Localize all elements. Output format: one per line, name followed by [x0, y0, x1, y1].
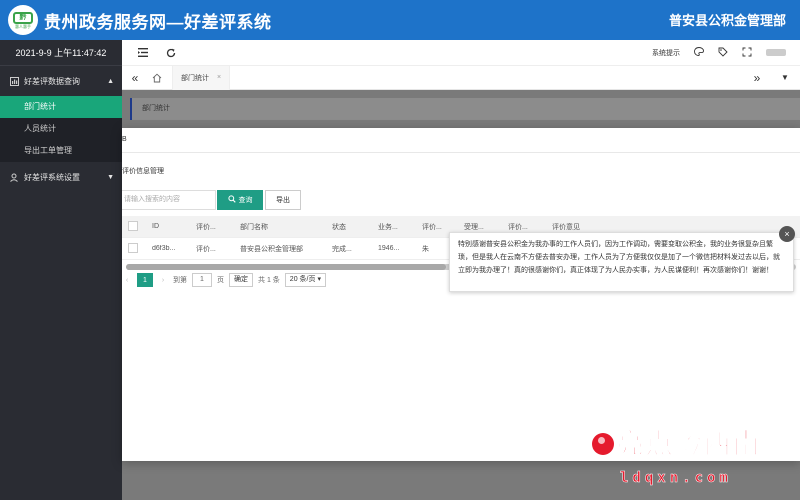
sidebar-item-export-orders[interactable]: 导出工单管理 [0, 140, 122, 162]
chevron-up-icon: ▲ [107, 77, 114, 85]
chevron-down-icon: ▾ [317, 276, 321, 283]
watermark: 亮点黔西南 ldqxn.com [582, 428, 797, 495]
logo-tagline: 惠人惠手 [15, 23, 31, 29]
sidebar-group-label: 好差评系统设置 [24, 172, 80, 182]
prev-page-icon[interactable]: ‹ [122, 277, 132, 284]
goto-label: 到第 [173, 277, 187, 284]
top-banner: 黔 惠人惠手 贵州政务服务网—好差评系统 普安县公积金管理部 [0, 0, 800, 40]
column-header[interactable]: 业务... [372, 222, 416, 232]
row-checkbox[interactable] [128, 242, 138, 253]
chevron-down-icon: ▼ [107, 173, 114, 181]
modal-divider [122, 152, 800, 153]
column-header[interactable]: ID [146, 223, 190, 230]
row-checkbox-cell [122, 242, 146, 255]
column-header[interactable]: 评价... [502, 222, 546, 232]
close-icon[interactable]: × [779, 226, 795, 242]
menu-toggle-icon[interactable] [136, 46, 150, 60]
table-cell: 完成... [332, 245, 352, 253]
goto-page-input[interactable]: 1 [192, 273, 212, 287]
header-checkbox-cell [122, 220, 146, 233]
comment-tooltip: 特别感谢普安县公积金为我办事的工作人员们，因为工作调动，需要变取公积金，我的业务… [449, 232, 794, 292]
search-button-label: 查询 [238, 197, 253, 204]
page-unit-label: 页 [217, 277, 224, 284]
section-title: 评价信息管理 [122, 168, 164, 175]
fullscreen-icon[interactable] [742, 47, 752, 59]
total-count: 共 1 条 [258, 277, 280, 284]
select-all-checkbox[interactable] [128, 220, 138, 231]
scrollbar-thumb[interactable] [126, 264, 446, 270]
watermark-title-row: 亮点黔西南 [592, 428, 762, 459]
sidebar-item-dept-stats[interactable]: 部门统计 [0, 96, 122, 118]
table-cell: 普安县公积金管理部 [240, 245, 303, 253]
tab-label: 部门统计 [181, 74, 209, 82]
top-toolbar: 系统提示 [122, 40, 800, 66]
system-tip-link[interactable]: 系统提示 [652, 48, 680, 58]
sidebar-submenu: 部门统计 人员统计 导出工单管理 [0, 96, 122, 162]
refresh-icon[interactable] [164, 46, 178, 60]
column-header[interactable]: 评价意见 [546, 222, 626, 232]
app-logo: 黔 惠人惠手 [8, 5, 38, 35]
logo-mark: 黔 [13, 11, 33, 24]
sidebar-item-staff-stats[interactable]: 人员统计 [0, 118, 122, 140]
pagination: ‹ 1 › 到第 1 页 确定 共 1 条 20 条/页 ▾ [122, 272, 326, 288]
table-cell: 评价... [196, 245, 216, 253]
table-cell: d6f3b... [152, 245, 176, 252]
sidebar-clock: 2021-9-9 上午11:47:42 [0, 40, 122, 66]
column-header[interactable]: 状态 [326, 222, 372, 232]
watermark-title: 亮点黔西南 [615, 428, 762, 459]
evaluation-modal: B 评价信息管理 请输入搜索的内容 查询 导出 ID 评价... 部门名称 状态… [122, 128, 800, 461]
palette-icon[interactable] [694, 47, 704, 58]
tab-dept-stats[interactable]: 部门统计 × [172, 65, 231, 90]
page-size-select[interactable]: 20 条/页 ▾ [284, 273, 326, 287]
home-icon[interactable] [150, 71, 164, 85]
org-name: 普安县公积金管理部 [668, 13, 786, 28]
app-title: 贵州政务服务网—好差评系统 [44, 12, 272, 32]
lightbulb-icon [592, 433, 614, 455]
user-gear-icon [10, 173, 19, 182]
chart-icon [10, 76, 19, 86]
user-menu[interactable] [766, 49, 786, 56]
column-header[interactable]: 评价... [190, 222, 234, 232]
table-cell: 1946... [378, 245, 400, 252]
column-header[interactable]: 部门名称 [234, 222, 326, 232]
watermark-url: ldqxn.com [620, 470, 732, 487]
close-icon[interactable]: × [217, 74, 221, 81]
sidebar: 2021-9-9 上午11:47:42 好差评数据查询 ▲ 部门统计 人员统计 … [0, 40, 122, 500]
tag-icon[interactable] [718, 47, 728, 59]
breadcrumb-label: 部门统计 [142, 105, 170, 112]
breadcrumb: 部门统计 [130, 98, 800, 120]
search-icon [227, 195, 236, 205]
sidebar-group-data-query[interactable]: 好差评数据查询 ▲ [0, 66, 122, 96]
double-chevron-left-icon[interactable]: « [128, 71, 142, 85]
export-button[interactable]: 导出 [265, 190, 301, 210]
chevron-down-icon[interactable]: ▼ [778, 71, 792, 85]
goto-confirm-button[interactable]: 确定 [229, 273, 253, 287]
column-header[interactable]: 受理... [458, 222, 502, 232]
tab-bar: « 部门统计 × » ▼ [122, 65, 800, 90]
search-input[interactable]: 请输入搜索的内容 [122, 190, 216, 210]
page-number-current[interactable]: 1 [137, 273, 153, 287]
page-size-value: 20 条/页 [289, 276, 316, 283]
sidebar-group-settings[interactable]: 好差评系统设置 ▼ [0, 162, 122, 192]
double-chevron-right-icon[interactable]: » [750, 71, 764, 85]
search-button[interactable]: 查询 [217, 190, 263, 210]
sidebar-group-label: 好差评数据查询 [24, 76, 80, 86]
column-header[interactable]: 评价... [416, 222, 458, 232]
modal-header-fragment: B [122, 136, 127, 143]
next-page-icon[interactable]: › [158, 277, 168, 284]
